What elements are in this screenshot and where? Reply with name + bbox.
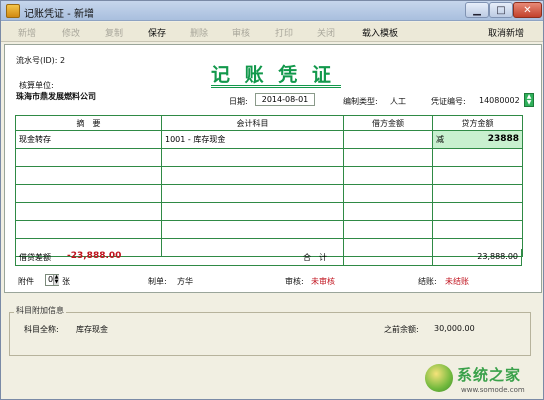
toolbar-audit-button[interactable]: 审核 <box>232 26 250 39</box>
account-cell[interactable]: 1001 - 库存现金 <box>161 130 344 149</box>
summary-cell[interactable] <box>15 148 162 167</box>
audit-status: 未审核 <box>311 277 335 286</box>
toolbar-delete-button[interactable]: 删除 <box>190 26 208 39</box>
date-input[interactable]: 2014-08-01 <box>255 93 315 106</box>
toolbar-close-button[interactable]: 关闭 <box>317 26 335 39</box>
voucher-no-label: 凭证编号: <box>431 97 466 106</box>
minimize-button[interactable]: ▁ <box>465 2 489 18</box>
unit-name: 珠海市鼎发展燃料公司 <box>16 92 96 101</box>
account-full-value: 库存现金 <box>76 325 108 334</box>
post-label: 结账: <box>418 277 437 286</box>
total-value: 23,888.00 <box>477 252 518 261</box>
toolbar-load-template-button[interactable]: 载入模板 <box>362 26 398 39</box>
title-underline <box>211 87 341 88</box>
summary-cell[interactable] <box>15 184 162 203</box>
table-row <box>15 148 523 167</box>
toolbar-cancel-new-button[interactable]: 取消新增 <box>488 26 524 39</box>
summary-cell[interactable]: 现金转存 <box>15 130 162 149</box>
account-cell[interactable] <box>161 148 344 167</box>
account-full-label: 科目全称: <box>24 325 59 334</box>
voucher-window: 记账凭证 - 新增 ▁ □ ✕ 新增 修改 复制 保存 删除 审核 打印 关闭 … <box>0 0 544 400</box>
voucher-form: 流水号(ID): 2 核算单位: 珠海市鼎发展燃料公司 记 账 凭 证 日期: … <box>4 44 542 293</box>
maximize-button[interactable]: □ <box>489 2 513 18</box>
column-divider <box>432 249 433 265</box>
prev-balance-value: 30,000.00 <box>434 324 475 333</box>
account-cell[interactable] <box>161 184 344 203</box>
table-header-row: 摘 要 会计科目 借方金额 贷方金额 <box>15 115 523 131</box>
column-divider <box>343 249 344 265</box>
total-label: 合 计 <box>303 253 327 262</box>
window-title: 记账凭证 - 新增 <box>24 9 94 20</box>
debit-cell[interactable] <box>343 202 433 221</box>
table-row <box>15 202 523 221</box>
maker-type-value: 人工 <box>390 97 406 106</box>
attach-label: 附件 <box>18 277 34 286</box>
house-logo-icon <box>425 364 453 392</box>
column-header-account: 会计科目 <box>161 115 344 131</box>
watermark-text: 系统之家 <box>457 366 522 384</box>
audit-label: 审核: <box>285 277 304 286</box>
maker-type-label: 编制类型: <box>343 97 378 106</box>
credit-amount: 23888 <box>487 134 519 144</box>
watermark-logo: 系统之家 www.somode.com <box>425 362 541 398</box>
voucher-no-spinner[interactable]: ▲ ▼ <box>524 93 534 107</box>
toolbar-copy-button[interactable]: 复制 <box>105 26 123 39</box>
table-row: 现金转存 1001 - 库存现金 减 23888 <box>15 130 523 149</box>
voucher-table: 摘 要 会计科目 借方金额 贷方金额 现金转存 1001 - 库存现金 减 238… <box>15 115 523 257</box>
toolbar-save-button[interactable]: 保存 <box>148 26 166 39</box>
account-cell[interactable] <box>161 220 344 239</box>
debit-cell[interactable] <box>343 148 433 167</box>
table-row <box>15 220 523 239</box>
toolbar-print-button[interactable]: 打印 <box>275 26 293 39</box>
attach-spinner[interactable]: ▲ ▼ <box>53 275 59 285</box>
page-title: 记 账 凭 证 <box>211 64 335 86</box>
close-button[interactable]: ✕ <box>513 2 542 18</box>
debit-cell[interactable] <box>343 166 433 185</box>
credit-cell[interactable] <box>432 184 523 203</box>
account-cell[interactable] <box>161 166 344 185</box>
serial-number: 流水号(ID): 2 <box>16 56 66 65</box>
maker-label: 制单: <box>148 277 167 286</box>
column-header-summary: 摘 要 <box>15 115 162 131</box>
toolbar: 新增 修改 复制 保存 删除 审核 打印 关闭 载入模板 取消新增 <box>1 22 543 42</box>
column-header-credit: 贷方金额 <box>432 115 523 131</box>
spin-down-icon[interactable]: ▼ <box>55 279 59 285</box>
app-icon <box>6 4 20 18</box>
toolbar-new-button[interactable]: 新增 <box>18 26 36 39</box>
watermark-url: www.somode.com <box>461 386 525 394</box>
unit-label: 核算单位: <box>19 81 54 90</box>
account-info-legend: 科目附加信息 <box>14 305 66 316</box>
credit-cell[interactable] <box>432 202 523 221</box>
toolbar-edit-button[interactable]: 修改 <box>62 26 80 39</box>
voucher-no-value: 14080002 <box>479 96 520 105</box>
table-row <box>15 184 523 203</box>
summary-cell[interactable] <box>15 166 162 185</box>
prev-balance-label: 之前余额: <box>384 325 419 334</box>
credit-cell[interactable] <box>432 148 523 167</box>
summary-cell[interactable] <box>15 202 162 221</box>
account-cell[interactable] <box>161 202 344 221</box>
balance-diff-value: -23,888.00 <box>67 251 122 261</box>
maker-value: 方华 <box>177 277 193 286</box>
column-header-debit: 借方金额 <box>343 115 433 131</box>
credit-cell[interactable]: 减 23888 <box>432 130 523 149</box>
debit-cell[interactable] <box>343 220 433 239</box>
credit-cell[interactable] <box>432 166 523 185</box>
title-underline <box>211 85 341 86</box>
attach-unit: 张 <box>62 277 70 286</box>
table-row <box>15 166 523 185</box>
credit-direction: 减 <box>436 135 444 144</box>
debit-cell[interactable] <box>343 130 433 149</box>
balance-diff-label: 借贷差额 <box>19 253 51 262</box>
total-row: 借贷差额 -23,888.00 合 计 23,888.00 <box>15 249 522 266</box>
summary-cell[interactable] <box>15 220 162 239</box>
spin-down-icon[interactable]: ▼ <box>527 99 532 106</box>
account-info-group: 科目全称: 库存现金 之前余额: 30,000.00 <box>9 312 531 356</box>
title-bar: 记账凭证 - 新增 ▁ □ ✕ <box>1 1 543 21</box>
date-label: 日期: <box>229 97 248 106</box>
credit-cell[interactable] <box>432 220 523 239</box>
debit-cell[interactable] <box>343 184 433 203</box>
post-status: 未结账 <box>445 277 469 286</box>
